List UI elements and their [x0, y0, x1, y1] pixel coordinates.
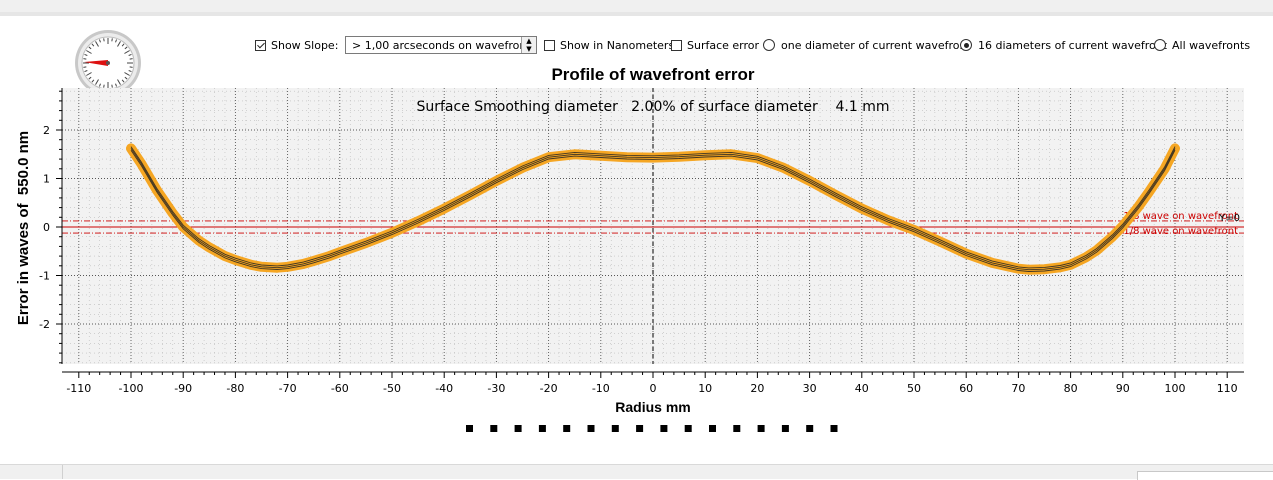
slider-mark — [781, 425, 789, 432]
slider-mark — [490, 425, 498, 432]
x-tick-label: -30 — [487, 382, 505, 395]
x-tick-label: 20 — [750, 382, 764, 395]
x-tick-label: 50 — [907, 382, 921, 395]
x-tick-label: -50 — [383, 382, 401, 395]
lower-eighth-wave-label: 1/8 wave on wavefront — [1123, 226, 1238, 237]
wavefront-slider[interactable] — [466, 425, 838, 432]
x-tick-label: 60 — [959, 382, 973, 395]
slider-mark — [733, 425, 741, 432]
slider-mark — [514, 425, 522, 432]
status-panel — [1137, 471, 1273, 480]
x-tick-label: -110 — [66, 382, 91, 395]
slider-mark — [830, 425, 838, 432]
x-tick-label: -20 — [540, 382, 558, 395]
x-tick-label: -100 — [119, 382, 144, 395]
y-axis-label: Error in waves of 550.0 nm — [15, 131, 32, 325]
slider-mark — [757, 425, 765, 432]
x-tick-label: 90 — [1116, 382, 1130, 395]
wavefront-profile-chart: Profile of wavefront error 1/8 wave on w… — [15, 65, 1244, 432]
x-tick-label: 110 — [1217, 382, 1238, 395]
x-tick-label: 40 — [855, 382, 869, 395]
slider-mark — [709, 425, 716, 432]
chart-title: Profile of wavefront error — [551, 65, 754, 84]
y-tick-label: -2 — [39, 318, 50, 331]
slider-mark — [563, 425, 571, 432]
x-tick-label: -60 — [331, 382, 349, 395]
x-tick-label: 10 — [698, 382, 712, 395]
y-tick-label: -1 — [39, 270, 50, 283]
x-axis-label: Radius mm — [615, 399, 690, 415]
x-tick-label: 80 — [1064, 382, 1078, 395]
y-tick-label: 1 — [43, 173, 50, 186]
x-tick-label: 30 — [803, 382, 817, 395]
slider-mark — [587, 425, 595, 432]
status-separator — [62, 465, 63, 479]
slider-mark — [466, 425, 473, 432]
x-tick-label: -40 — [435, 382, 453, 395]
x-tick-label: -70 — [279, 382, 297, 395]
x-tick-label: -10 — [592, 382, 610, 395]
x-tick-label: 70 — [1011, 382, 1025, 395]
slider-mark — [806, 425, 814, 432]
slider-mark — [660, 425, 668, 432]
x-tick-label: -90 — [174, 382, 192, 395]
zero-line-label: Y=0 — [1218, 213, 1240, 224]
chart-subtitle: Surface Smoothing diameter 2.00% of surf… — [416, 99, 889, 115]
slider-mark — [636, 425, 644, 432]
y-tick-label: 0 — [43, 221, 50, 234]
x-tick-label: 0 — [650, 382, 657, 395]
bottom-status-bar — [0, 464, 1273, 480]
slider-mark — [611, 425, 619, 432]
y-tick-label: 2 — [43, 124, 50, 137]
slider-mark — [538, 425, 546, 432]
x-tick-label: -80 — [226, 382, 244, 395]
slider-mark — [684, 425, 692, 432]
x-tick-label: 100 — [1165, 382, 1186, 395]
